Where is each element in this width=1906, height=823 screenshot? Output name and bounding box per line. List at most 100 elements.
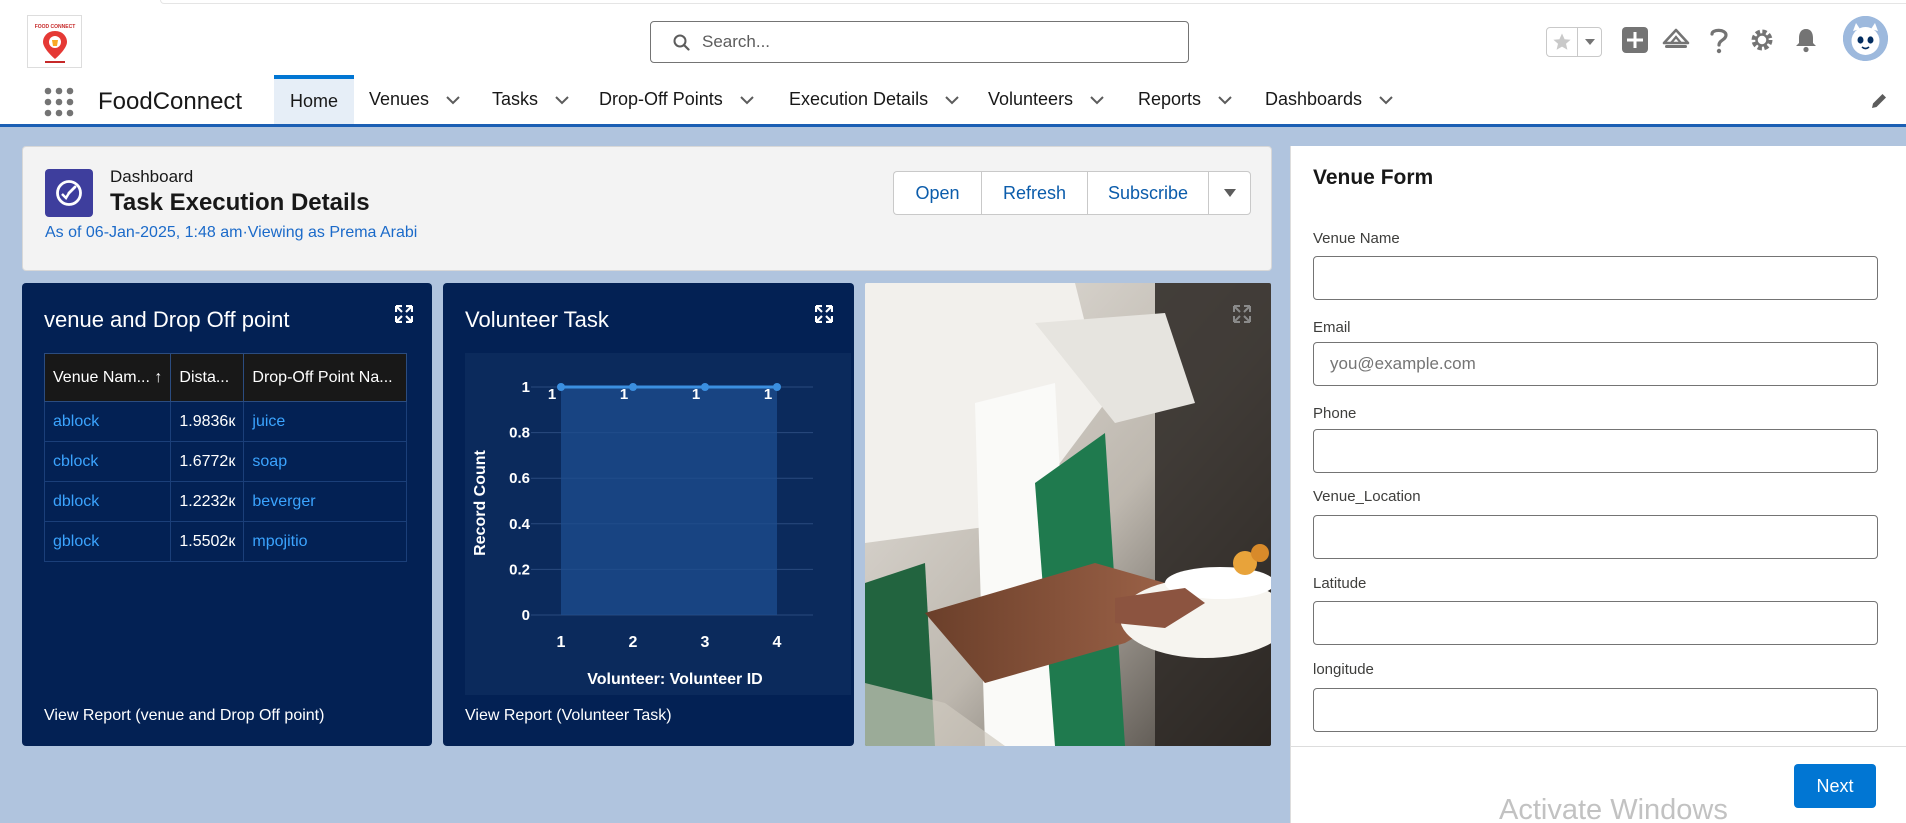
help-button[interactable] (1704, 25, 1734, 55)
column-header-venue-name[interactable]: Venue Nam... ↑ (43, 353, 172, 402)
drop-off-point-link[interactable]: beverger (243, 481, 407, 522)
drop-off-point-link[interactable]: juice (243, 401, 407, 442)
favorites-menu-button[interactable] (1578, 28, 1601, 56)
volunteer-task-widget: Volunteer Task 0 0.2 0.4 0.6 0.8 1 1 1 1 2 1 3 1 4 Vol… (443, 283, 854, 746)
tab-label: Dashboards (1265, 89, 1363, 109)
notifications-button[interactable] (1791, 25, 1821, 55)
venue-dropoff-widget: venue and Drop Off point Venue Nam... ↑ … (22, 283, 432, 746)
chevron-down-icon[interactable] (554, 95, 570, 105)
venue-name-link[interactable]: cblock (43, 441, 172, 482)
dashboard-header: Dashboard Task Execution Details As of 0… (22, 146, 1272, 271)
chevron-down-icon[interactable] (1378, 95, 1394, 105)
tab-tasks[interactable]: Tasks (492, 75, 570, 124)
table-row: ablock 1.9836к juice (43, 401, 407, 442)
view-report-link[interactable]: View Report (Volunteer Task) (465, 707, 672, 725)
drop-off-point-link[interactable]: mpojitio (243, 521, 407, 562)
venue-name-input[interactable] (1313, 256, 1878, 300)
longitude-input[interactable] (1313, 688, 1878, 732)
x-tick-label: 3 (701, 634, 710, 651)
dashboard-kicker: Dashboard (110, 167, 194, 186)
food-serving-photo (865, 283, 1271, 746)
volunteer-task-chart[interactable]: 0 0.2 0.4 0.6 0.8 1 1 1 1 2 1 3 1 4 Volunteer: Volunte… (465, 353, 851, 695)
venue-location-input[interactable] (1313, 515, 1878, 559)
x-tick-label: 4 (773, 634, 782, 651)
expand-icon[interactable] (1233, 305, 1251, 323)
tab-reports[interactable]: Reports (1138, 75, 1233, 124)
y-tick-label: 0.2 (509, 561, 530, 578)
user-avatar[interactable] (1843, 16, 1888, 61)
y-axis-title: Record Count (472, 449, 489, 555)
tab-execution-details[interactable]: Execution Details (789, 75, 960, 124)
star-icon (1553, 33, 1571, 50)
tab-label: Venues (369, 89, 430, 109)
app-name: FoodConnect (98, 88, 243, 115)
widget-title: venue and Drop Off point (44, 307, 290, 332)
venue-location-label: Venue_Location (1313, 488, 1421, 505)
phone-input[interactable] (1313, 429, 1878, 473)
data-point (773, 383, 781, 391)
food-serving-image (865, 283, 1271, 746)
venue-form-panel: Venue Form Venue Name Email Phone Venue_… (1290, 146, 1906, 823)
open-button[interactable]: Open (893, 171, 981, 215)
org-logo[interactable]: FOOD CONNECT (27, 15, 82, 68)
chevron-down-icon[interactable] (1089, 95, 1105, 105)
tab-dashboards[interactable]: Dashboards (1265, 75, 1394, 124)
x-tick-label: 1 (557, 634, 566, 651)
setup-button[interactable] (1747, 25, 1777, 55)
expand-icon[interactable] (394, 304, 414, 324)
edit-nav-button[interactable] (1869, 91, 1889, 116)
tab-label: Reports (1138, 89, 1202, 109)
widget-title: Volunteer Task (465, 307, 609, 332)
latitude-input[interactable] (1313, 601, 1878, 645)
venue-name-link[interactable]: dblock (43, 481, 172, 522)
refresh-button[interactable]: Refresh (981, 171, 1087, 215)
tab-volunteers[interactable]: Volunteers (988, 75, 1105, 124)
subscribe-button[interactable]: Subscribe (1087, 171, 1208, 215)
tab-home[interactable]: Home (274, 75, 354, 124)
data-label: 1 (764, 386, 772, 403)
drop-off-point-link[interactable]: soap (243, 441, 407, 482)
search-placeholder: Search... (702, 32, 771, 51)
add-icon (1622, 27, 1648, 53)
app-navigation-bar: FoodConnect Home Venues Tasks Drop-Off P… (0, 75, 1906, 127)
more-actions-button[interactable] (1208, 171, 1251, 215)
trailhead-button[interactable] (1661, 25, 1691, 55)
dashboard-icon (45, 169, 93, 217)
search-icon (673, 34, 690, 51)
activate-windows-watermark: Activate Windows (1499, 794, 1728, 823)
email-input[interactable] (1313, 342, 1878, 386)
favorites-control[interactable] (1546, 27, 1602, 57)
column-header-drop-off-point-name[interactable]: Drop-Off Point Na... (243, 353, 407, 402)
search-input[interactable]: Search... (650, 21, 1189, 63)
tab-label: Tasks (492, 89, 539, 109)
column-header-distance[interactable]: Dista... (170, 353, 245, 402)
area-fill (561, 387, 777, 615)
tab-label: Execution Details (789, 89, 929, 109)
next-button[interactable]: Next (1794, 764, 1876, 808)
dashboard-title: Task Execution Details (110, 189, 370, 216)
chevron-down-icon[interactable] (944, 95, 960, 105)
chevron-down-icon[interactable] (1217, 95, 1233, 105)
venue-name-label: Venue Name (1313, 230, 1400, 247)
top-strip (160, 0, 1906, 4)
app-launcher-button[interactable] (44, 87, 74, 117)
y-tick-label: 0.8 (509, 425, 530, 442)
chevron-down-icon[interactable] (445, 95, 461, 105)
tab-venues[interactable]: Venues (369, 75, 461, 124)
email-label: Email (1313, 319, 1351, 336)
data-point (701, 383, 709, 391)
table-row: cblock 1.6772к soap (43, 441, 407, 482)
expand-icon[interactable] (814, 304, 834, 324)
view-report-link[interactable]: View Report (venue and Drop Off point) (44, 707, 324, 725)
data-point (629, 383, 637, 391)
global-create-button[interactable] (1620, 25, 1650, 55)
data-label: 1 (692, 386, 700, 403)
tab-drop-off-points[interactable]: Drop-Off Points (599, 75, 755, 124)
food-connect-logo-icon: FOOD CONNECT (34, 24, 75, 63)
favorites-star-button[interactable] (1547, 28, 1579, 56)
venue-name-link[interactable]: ablock (43, 401, 172, 442)
chevron-down-icon[interactable] (739, 95, 755, 105)
latitude-label: Latitude (1313, 575, 1367, 592)
data-label: 1 (620, 386, 628, 403)
venue-name-link[interactable]: gblock (43, 521, 172, 562)
